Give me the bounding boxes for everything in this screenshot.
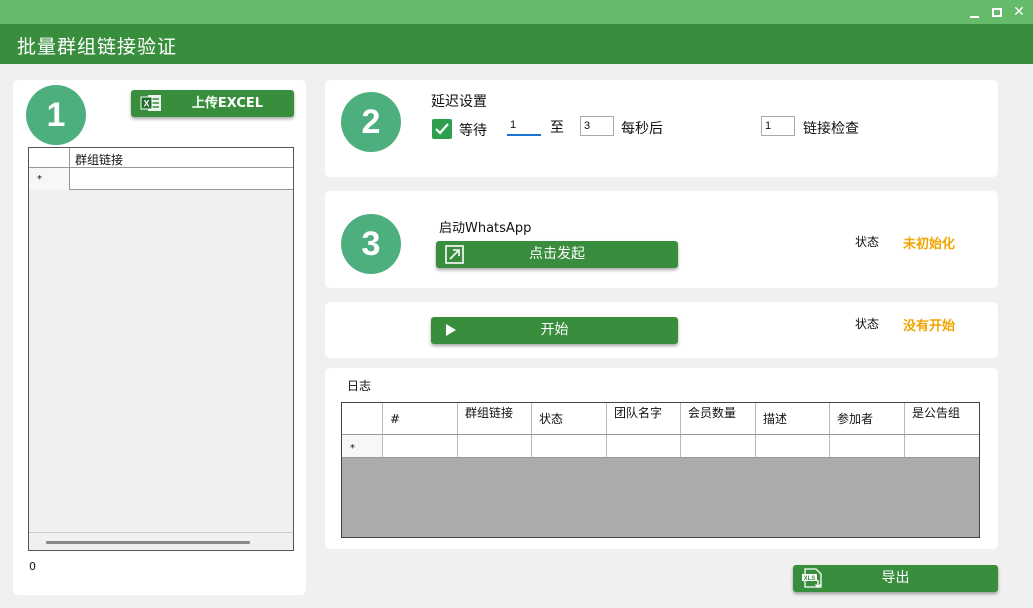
column-header-index[interactable]: #: [383, 403, 458, 434]
grid-header: 群组链接: [29, 148, 293, 168]
cell-index[interactable]: [383, 435, 458, 457]
cell-member-count[interactable]: [681, 435, 756, 457]
column-header-group-link[interactable]: 群组链接: [458, 403, 532, 434]
column-header-status[interactable]: 状态: [532, 403, 607, 434]
cell-participants[interactable]: [830, 435, 905, 457]
table-row[interactable]: *: [342, 435, 979, 458]
window-titlebar: ✕: [0, 0, 1033, 24]
checkmark-icon: [435, 123, 449, 135]
delay-min-input[interactable]: 1: [507, 116, 541, 136]
step2-number: 2: [341, 92, 401, 152]
table-row[interactable]: *: [29, 168, 293, 190]
app-title: 批量群组链接验证: [17, 36, 178, 58]
column-header-is-announcement[interactable]: 是公告组: [905, 403, 979, 434]
maximize-icon[interactable]: [988, 3, 1006, 21]
cell-group-link[interactable]: [458, 435, 532, 457]
row-count: 0: [29, 560, 36, 573]
cell-description[interactable]: [756, 435, 830, 457]
cell-status[interactable]: [532, 435, 607, 457]
new-row-marker: *: [29, 168, 70, 190]
column-header-team-name[interactable]: 团队名字: [607, 403, 681, 434]
wait-checkbox[interactable]: [432, 119, 452, 139]
step3-number: 3: [341, 214, 401, 274]
wait-label: 等待: [459, 123, 487, 139]
new-row-marker: *: [342, 435, 383, 457]
column-header-participants[interactable]: 参加者: [830, 403, 905, 434]
step3-panel: 3: [325, 191, 998, 288]
launch-button[interactable]: 点击发起: [436, 241, 678, 268]
link-check-label: 链接检查: [803, 121, 859, 137]
start-button[interactable]: 开始: [431, 317, 678, 344]
column-header-description[interactable]: 描述: [756, 403, 830, 434]
step1-number: 1: [26, 85, 86, 145]
to-label: 至: [550, 120, 564, 136]
log-grid-header: # 群组链接 状态 团队名字 会员数量 描述 参加者 是公告组: [342, 403, 979, 435]
upload-excel-button[interactable]: X 上传EXCEL: [131, 90, 294, 117]
export-button[interactable]: XLS 导出: [793, 565, 998, 592]
row-header-corner: [342, 403, 383, 434]
log-grid[interactable]: # 群组链接 状态 团队名字 会员数量 描述 参加者 是公告组 *: [341, 402, 980, 538]
step3-status-value: 未初始化: [903, 237, 956, 252]
cell-team-name[interactable]: [607, 435, 681, 457]
start-status-label: 状态: [855, 317, 880, 331]
delay-settings-title: 延迟设置: [431, 94, 487, 110]
log-title: 日志: [347, 379, 372, 393]
delay-max-input[interactable]: 3: [580, 116, 614, 136]
scrollbar-thumb[interactable]: [46, 541, 250, 544]
close-icon[interactable]: ✕: [1010, 3, 1028, 21]
launch-whatsapp-title: 启动WhatsApp: [439, 221, 532, 236]
minimize-icon[interactable]: [965, 3, 983, 21]
cell-is-announcement[interactable]: [905, 435, 979, 457]
horizontal-scrollbar[interactable]: [29, 532, 293, 550]
start-status-value: 没有开始: [903, 319, 956, 334]
per-second-label: 每秒后: [621, 121, 663, 137]
app-header: 批量群组链接验证: [0, 24, 1033, 64]
link-check-input[interactable]: 1: [761, 116, 795, 136]
group-links-grid[interactable]: 群组链接 *: [28, 147, 294, 551]
row-header-corner: [29, 148, 70, 168]
column-header-group-link[interactable]: 群组链接: [75, 151, 123, 168]
column-header-member-count[interactable]: 会员数量: [681, 403, 756, 434]
step3-status-label: 状态: [855, 235, 880, 249]
